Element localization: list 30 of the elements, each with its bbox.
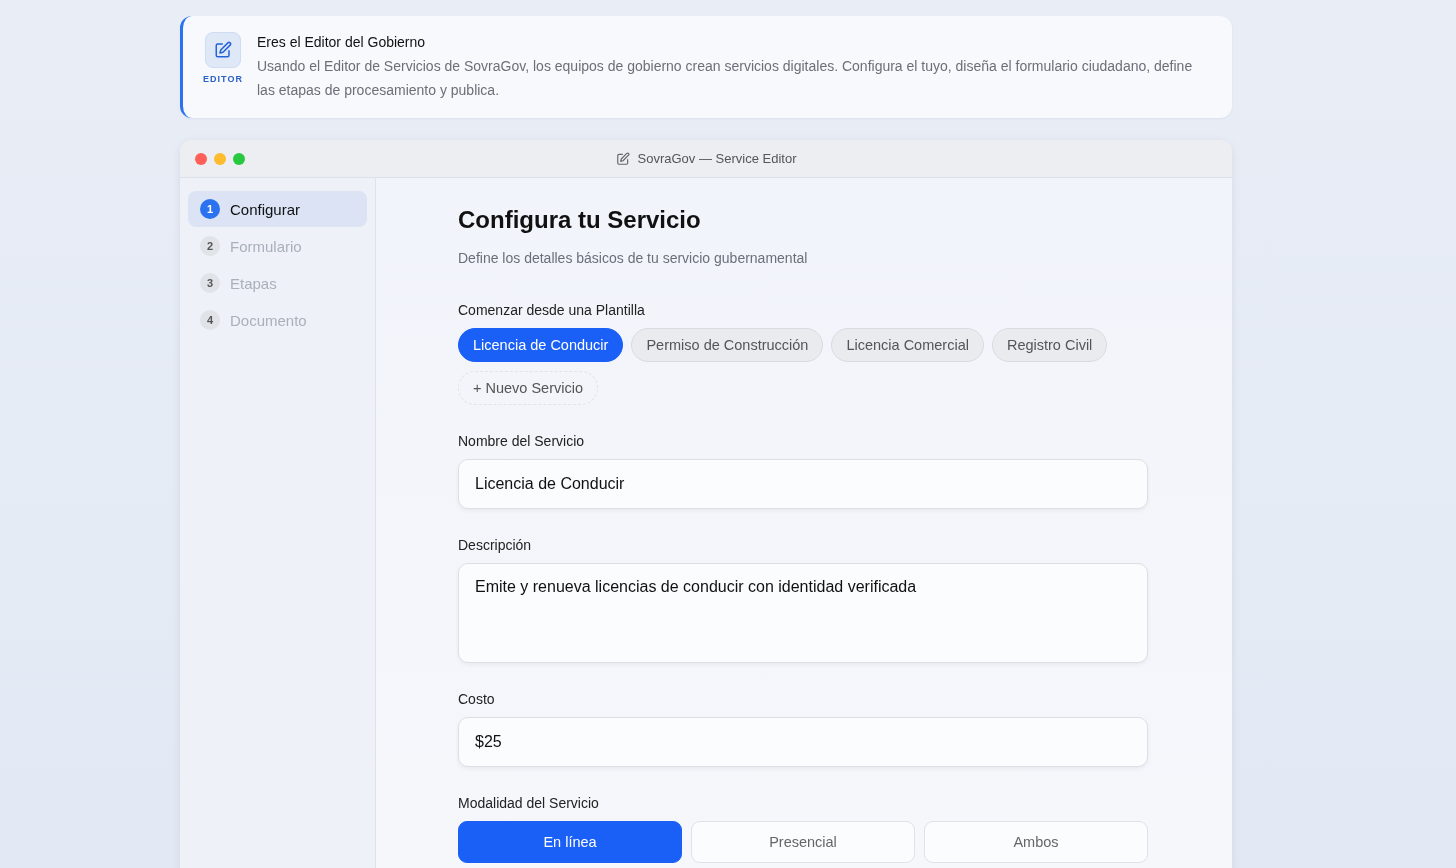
zoom-button[interactable]: [233, 152, 245, 165]
page-subtitle: Define los detalles básicos de tu servicio gubernamental: [458, 250, 809, 266]
editor-label: EDITOR: [203, 74, 243, 84]
description-field[interactable]: Emite y renueva licencias de conducir con identidad verificada: [458, 563, 1148, 663]
input-field[interactable]: Licencia de Conducir: [458, 459, 1148, 509]
close-button[interactable]: [195, 152, 207, 165]
modality-option[interactable]: En línea: [458, 821, 682, 863]
modality-option[interactable]: Ambos: [924, 821, 1148, 863]
banner-text: Usando el Editor de Servicios de SovraGov, los equipos de gobierno crean servicios digitales. Configura el tuyo, diseña el formulario ciudadano, define las etapas de procesamiento y publica.: [257, 57, 1194, 100]
template-chip[interactable]: Licencia de Conducir: [458, 328, 624, 362]
step-tab[interactable]: 4 Documento: [188, 302, 367, 338]
field-label: Comenzar desde una Plantilla: [458, 302, 646, 318]
template-chip[interactable]: Licencia Comercial: [831, 328, 984, 362]
edit-icon: [205, 32, 241, 68]
modality-option[interactable]: Presencial: [691, 821, 915, 863]
step-tab[interactable]: 1 Configurar: [188, 191, 367, 227]
edit-icon: [615, 151, 630, 166]
field-label: Modalidad del Servicio: [458, 795, 600, 811]
field-label: Costo: [458, 691, 496, 707]
field-label: Descripción: [458, 537, 533, 553]
banner-title: Eres el Editor del Gobierno: [257, 34, 427, 50]
step-tab[interactable]: 2 Formulario: [188, 228, 367, 264]
window-title: SovraGov — Service Editor: [637, 151, 797, 166]
step-tab[interactable]: 3 Etapas: [188, 265, 367, 301]
template-chip[interactable]: Permiso de Construcción: [631, 328, 824, 362]
input-field[interactable]: $25: [458, 717, 1148, 767]
template-chip[interactable]: Registro Civil: [991, 328, 1108, 362]
minimize-button[interactable]: [214, 152, 226, 165]
page-heading: Configura tu Servicio: [458, 206, 702, 234]
field-label: Nombre del Servicio: [458, 433, 586, 449]
